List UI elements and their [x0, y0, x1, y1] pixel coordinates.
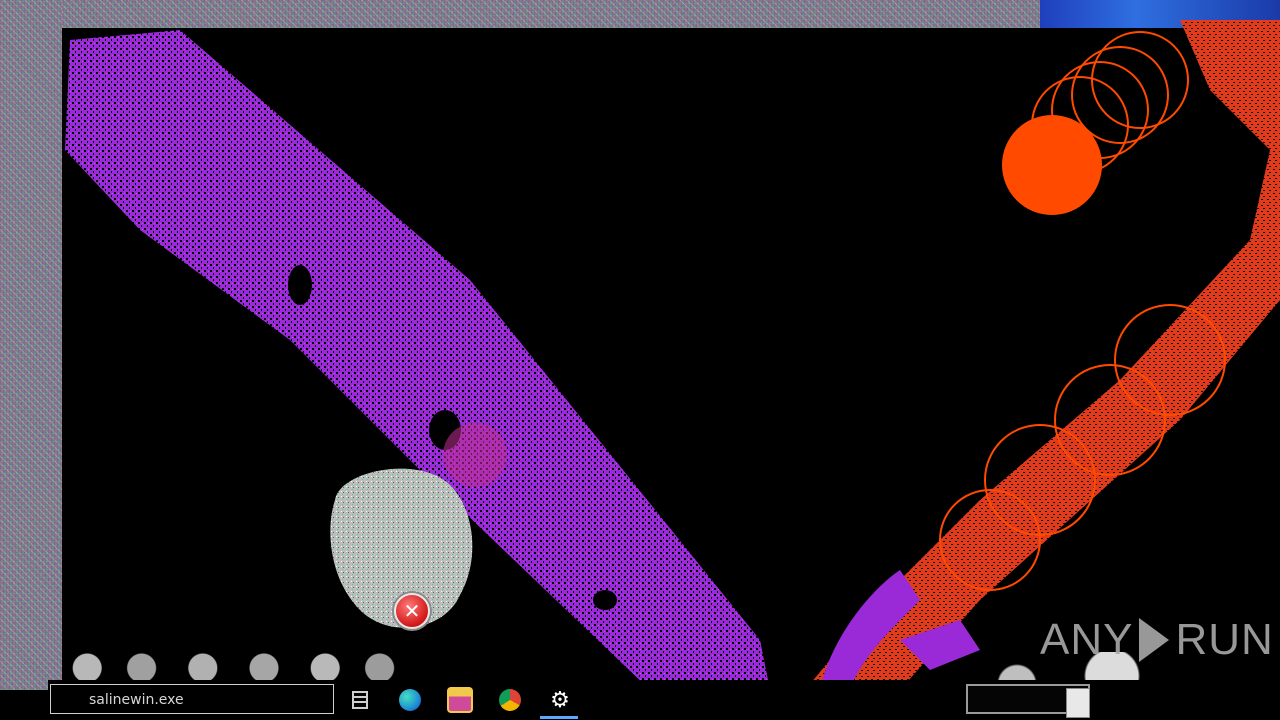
- red-glitch-chain: [805, 20, 1280, 690]
- glitch-fuzz-bottom-left: [60, 650, 400, 680]
- play-icon: [1139, 618, 1170, 662]
- edge-icon[interactable]: [390, 684, 430, 716]
- desktop-screen: ✕ ANY RUN salinewin.exe ⚙: [0, 0, 1280, 720]
- anyrun-watermark: ANY RUN: [1040, 612, 1274, 668]
- watermark-text-right: RUN: [1175, 615, 1274, 664]
- active-app-indicator: [540, 716, 578, 719]
- settings-icon[interactable]: ⚙: [540, 684, 580, 716]
- task-view-glyph: [352, 691, 368, 709]
- error-x-icon[interactable]: ✕: [394, 593, 430, 629]
- watermark-text-left: ANY: [1040, 615, 1134, 664]
- chrome-glyph: [499, 689, 521, 711]
- task-view-icon[interactable]: [340, 684, 380, 716]
- file-explorer-glyph: [447, 687, 473, 713]
- taskbar-search-field[interactable]: salinewin.exe: [50, 684, 334, 714]
- chrome-icon[interactable]: [490, 684, 530, 716]
- show-desktop-button[interactable]: [1066, 688, 1090, 718]
- file-explorer-icon[interactable]: [440, 684, 480, 716]
- edge-glyph: [399, 689, 421, 711]
- settings-gear-glyph: ⚙: [550, 687, 570, 713]
- taskbar: salinewin.exe ⚙: [48, 680, 1280, 720]
- error-x-glyph: ✕: [403, 599, 421, 623]
